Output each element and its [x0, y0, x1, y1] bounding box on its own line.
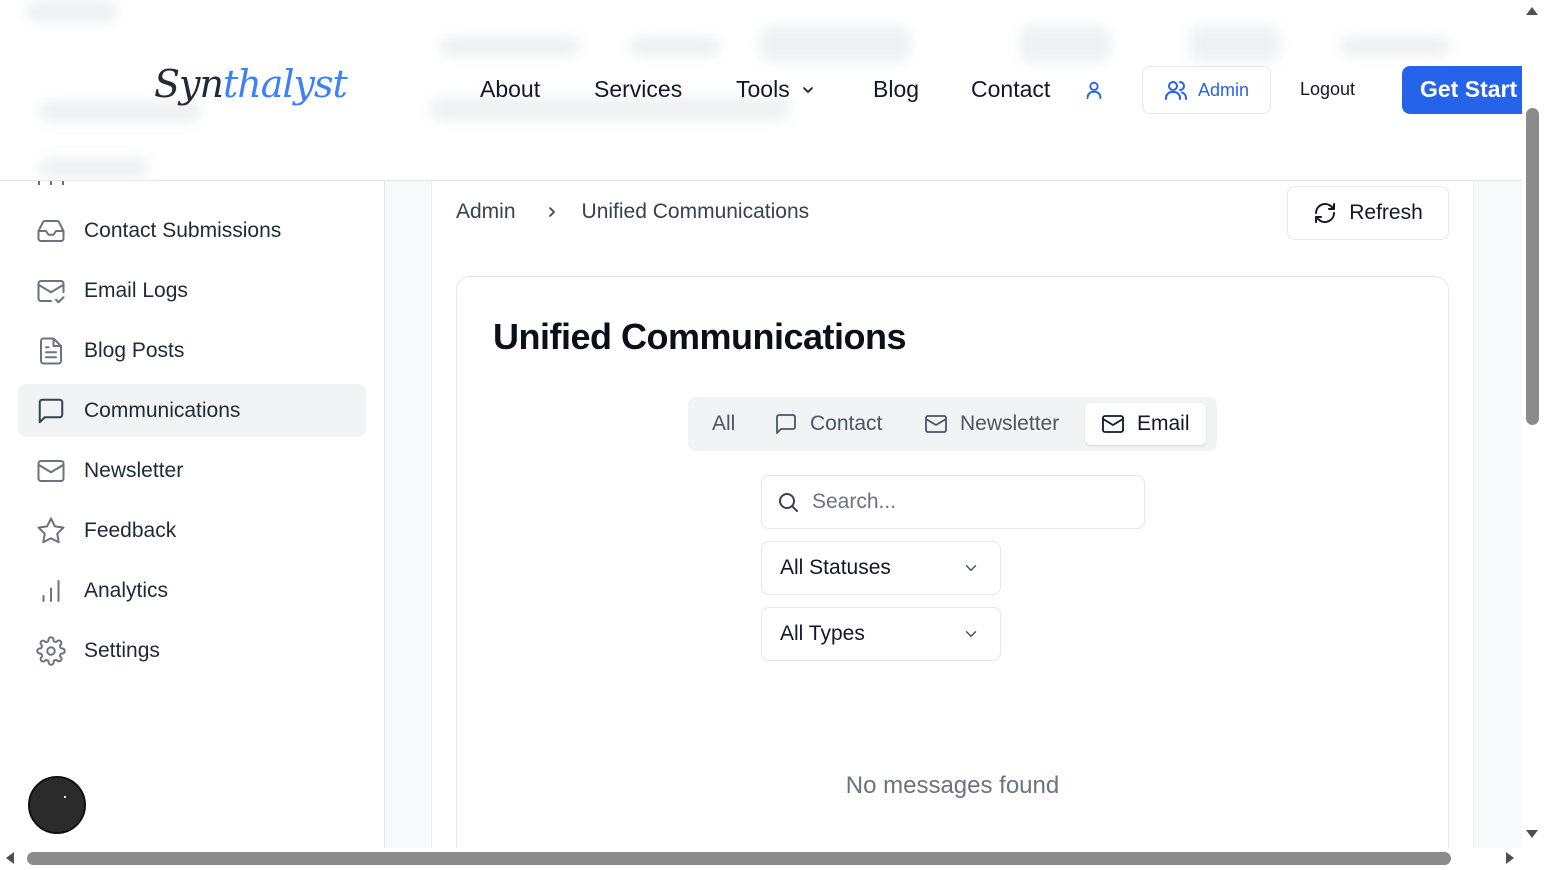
logo-text-part2: thalyst — [222, 62, 348, 106]
ghost-shape — [760, 26, 910, 62]
logout-button[interactable]: Logout — [1300, 79, 1355, 100]
scroll-right-arrow-icon[interactable] — [1505, 851, 1515, 865]
bar-chart-icon — [42, 579, 60, 602]
message-type-tabs: All Contact Newsletter Email — [688, 397, 1217, 451]
vertical-scrollbar-thumb[interactable] — [1526, 108, 1539, 425]
sidebar-item-label: Email Logs — [84, 278, 188, 302]
refresh-icon — [1315, 203, 1336, 223]
ghost-shape — [1190, 26, 1280, 62]
partial-icon — [38, 181, 64, 185]
refresh-button[interactable]: Refresh — [1287, 186, 1449, 240]
sidebar-item-label: Settings — [84, 638, 160, 662]
empty-state-message: No messages found — [845, 772, 1060, 799]
mail-icon — [37, 459, 65, 482]
nav-tools-dropdown[interactable]: Tools — [736, 76, 816, 103]
breadcrumb-admin-link[interactable]: Admin — [456, 200, 516, 224]
page-title: Unified Communications — [493, 316, 907, 357]
mail-icon — [925, 415, 947, 433]
nav-about-link[interactable]: About — [480, 76, 540, 103]
status-select-value: All Statuses — [780, 556, 891, 579]
scroll-left-arrow-icon[interactable] — [5, 851, 15, 865]
search-icon — [779, 493, 798, 512]
fab-dot — [64, 796, 66, 798]
nav-services-link[interactable]: Services — [594, 76, 682, 103]
chevron-down-icon — [965, 565, 977, 571]
ghost-shape — [1340, 36, 1450, 56]
user-icon[interactable] — [1083, 78, 1105, 102]
sidebar-item-label: Analytics — [84, 578, 169, 602]
chevron-down-icon — [965, 631, 977, 637]
ghost-shape — [1020, 26, 1110, 62]
users-icon — [1164, 81, 1187, 100]
ghost-shape — [440, 36, 580, 56]
message-square-icon — [776, 414, 796, 434]
tab-email[interactable]: Email — [1085, 403, 1206, 445]
search-input[interactable] — [812, 490, 1112, 514]
ghost-shape — [26, 0, 118, 22]
inbox-icon — [37, 219, 65, 242]
site-logo[interactable]: Synthalyst — [154, 62, 348, 106]
sidebar-item-label: Newsletter — [84, 458, 184, 482]
sidebar-item-newsletter[interactable]: Newsletter — [18, 444, 366, 497]
search-box — [761, 475, 1145, 529]
sidebar-item-label: Blog Posts — [84, 338, 185, 362]
sidebar-item-analytics[interactable]: Analytics — [18, 564, 366, 617]
type-select-value: All Types — [780, 622, 865, 645]
floating-action-button[interactable] — [28, 776, 86, 834]
type-select[interactable]: All Types — [761, 607, 1001, 661]
chevron-down-icon — [802, 86, 813, 93]
sidebar-item-label: Communications — [84, 398, 241, 422]
status-select[interactable]: All Statuses — [761, 541, 1001, 595]
tab-label: All — [712, 412, 736, 435]
ghost-shape — [40, 158, 150, 178]
logo-text-part1: Syn — [154, 62, 224, 106]
tab-label: Contact — [810, 412, 883, 435]
sidebar-item-label: Contact Submissions — [84, 218, 282, 242]
top-header: Synthalyst About Services Tools Blog Con… — [0, 0, 1522, 181]
scroll-down-arrow-icon[interactable] — [1525, 829, 1539, 839]
admin-button[interactable]: Admin — [1142, 66, 1271, 114]
tab-label: Newsletter — [960, 412, 1060, 435]
sidebar-item-communications[interactable]: Communications — [18, 384, 366, 437]
star-icon — [37, 517, 65, 543]
admin-button-label: Admin — [1197, 79, 1250, 100]
mail-check-icon — [37, 279, 65, 303]
refresh-button-label: Refresh — [1349, 201, 1423, 224]
sidebar-item-blog-posts[interactable]: Blog Posts — [18, 324, 366, 377]
nav-blog-link[interactable]: Blog — [873, 76, 919, 103]
tab-label: Email — [1137, 412, 1190, 435]
sidebar-item-label: Feedback — [84, 518, 177, 542]
tab-newsletter[interactable]: Newsletter — [908, 403, 1075, 445]
sidebar-item-settings[interactable]: Settings — [18, 624, 366, 677]
scroll-up-arrow-icon[interactable] — [1525, 6, 1539, 16]
tab-contact[interactable]: Contact — [758, 403, 898, 445]
nav-tools-label: Tools — [736, 76, 790, 102]
breadcrumb: Admin Unified Communications — [456, 200, 809, 224]
tab-all[interactable]: All — [696, 403, 751, 445]
sidebar-item-email-logs[interactable]: Email Logs — [18, 264, 366, 317]
file-text-icon — [40, 337, 62, 364]
ghost-shape — [630, 36, 720, 56]
message-square-icon — [38, 398, 64, 423]
get-started-button[interactable]: Get Start — [1402, 66, 1522, 114]
horizontal-scrollbar-thumb[interactable] — [27, 852, 1451, 865]
breadcrumb-current: Unified Communications — [581, 200, 810, 223]
nav-contact-link[interactable]: Contact — [971, 76, 1050, 103]
mail-icon — [1102, 415, 1124, 433]
sidebar-item-contact-submissions[interactable]: Contact Submissions — [18, 204, 366, 257]
chevron-right-icon — [544, 204, 560, 220]
sidebar-item-feedback[interactable]: Feedback — [18, 504, 366, 557]
gear-icon — [36, 635, 66, 666]
